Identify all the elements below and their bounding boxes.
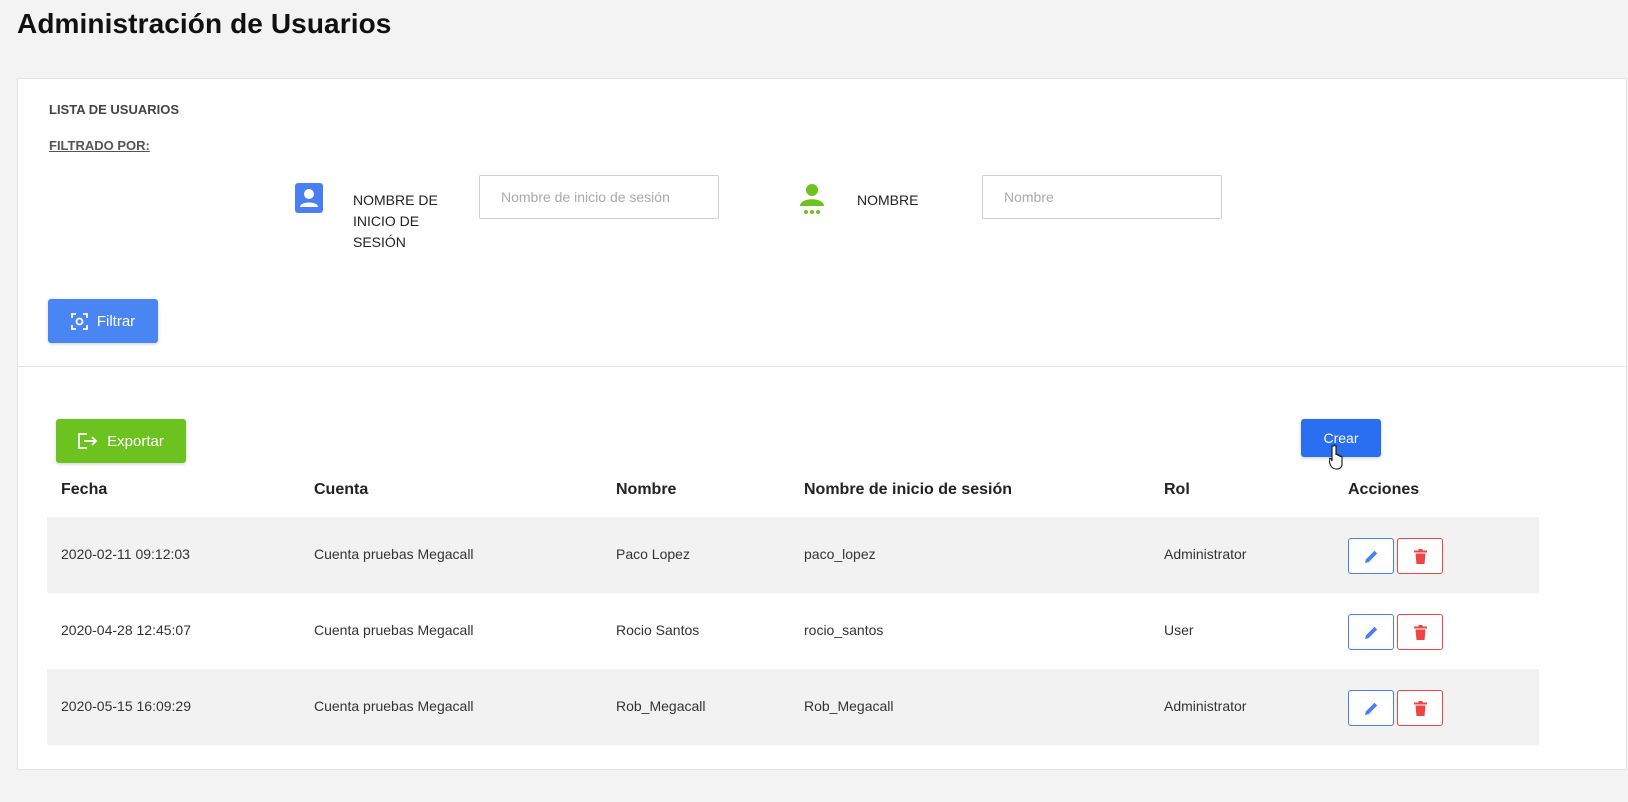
column-header-rol: Rol — [1164, 481, 1190, 498]
column-header-acciones: Acciones — [1348, 481, 1420, 498]
delete-button[interactable] — [1397, 538, 1443, 574]
delete-button[interactable] — [1397, 614, 1443, 650]
cell-cuenta: Cuenta pruebas Megacall — [314, 546, 474, 562]
trash-icon — [1413, 548, 1427, 564]
cell-cuenta: Cuenta pruebas Megacall — [314, 622, 474, 638]
filter-panel: LISTA DE USUARIOS FILTRADO POR: NOMBRE D… — [17, 78, 1627, 367]
filter-button-label: Filtrar — [96, 312, 136, 330]
trash-icon — [1413, 700, 1427, 716]
user-card-icon — [294, 182, 324, 214]
export-button[interactable]: Exportar — [56, 419, 186, 463]
table-header: Fecha Cuenta Nombre Nombre de inicio de … — [47, 477, 1539, 517]
cell-nombre: Rocio Santos — [616, 622, 700, 638]
edit-button[interactable] — [1348, 690, 1394, 726]
table-row: 2020-04-28 12:45:07 Cuenta pruebas Megac… — [47, 593, 1539, 669]
cell-nombre: Rob_Megacall — [616, 698, 706, 714]
cell-login: Rob_Megacall — [804, 698, 894, 714]
export-button-label: Exportar — [107, 432, 164, 450]
trash-icon — [1413, 624, 1427, 640]
login-filter-input[interactable] — [479, 175, 719, 219]
panel-title: LISTA DE USUARIOS — [49, 102, 180, 117]
cell-login: rocio_santos — [804, 622, 884, 638]
cell-rol: Administrator — [1164, 698, 1247, 714]
filter-by-label: FILTRADO POR: — [49, 138, 150, 153]
user-list-panel: Exportar Crear Fecha Cuenta Nombre Nombr… — [17, 367, 1627, 770]
cell-rol: User — [1164, 622, 1194, 638]
table-row: 2020-05-15 16:09:29 Cuenta pruebas Megac… — [47, 669, 1539, 745]
name-filter-input[interactable] — [982, 175, 1222, 219]
scan-focus-icon — [70, 312, 88, 330]
page-title: Administración de Usuarios — [17, 8, 392, 39]
pencil-icon — [1364, 550, 1377, 563]
edit-button[interactable] — [1348, 538, 1394, 574]
export-icon — [78, 433, 98, 449]
cell-fecha: 2020-04-28 12:45:07 — [61, 622, 191, 638]
column-header-login: Nombre de inicio de sesión — [804, 481, 1013, 498]
login-filter-label: NOMBRE DE INICIO DE SESIÓN — [353, 192, 438, 250]
column-header-fecha: Fecha — [61, 481, 108, 498]
person-icon — [797, 183, 827, 215]
cell-nombre: Paco Lopez — [616, 546, 690, 562]
cell-fecha: 2020-05-15 16:09:29 — [61, 698, 191, 714]
cell-login: paco_lopez — [804, 546, 876, 562]
pencil-icon — [1364, 626, 1377, 639]
users-table: Fecha Cuenta Nombre Nombre de inicio de … — [47, 477, 1539, 745]
filter-button[interactable]: Filtrar — [48, 299, 158, 343]
cell-fecha: 2020-02-11 09:12:03 — [61, 546, 190, 562]
column-header-nombre: Nombre — [616, 481, 677, 498]
hand-cursor-icon — [1329, 444, 1343, 470]
name-filter-label: NOMBRE — [857, 192, 919, 208]
pencil-icon — [1364, 702, 1377, 715]
table-row: 2020-02-11 09:12:03 Cuenta pruebas Megac… — [47, 517, 1539, 593]
delete-button[interactable] — [1397, 690, 1443, 726]
column-header-cuenta: Cuenta — [314, 481, 369, 498]
edit-button[interactable] — [1348, 614, 1394, 650]
cell-cuenta: Cuenta pruebas Megacall — [314, 698, 474, 714]
cell-rol: Administrator — [1164, 546, 1247, 562]
